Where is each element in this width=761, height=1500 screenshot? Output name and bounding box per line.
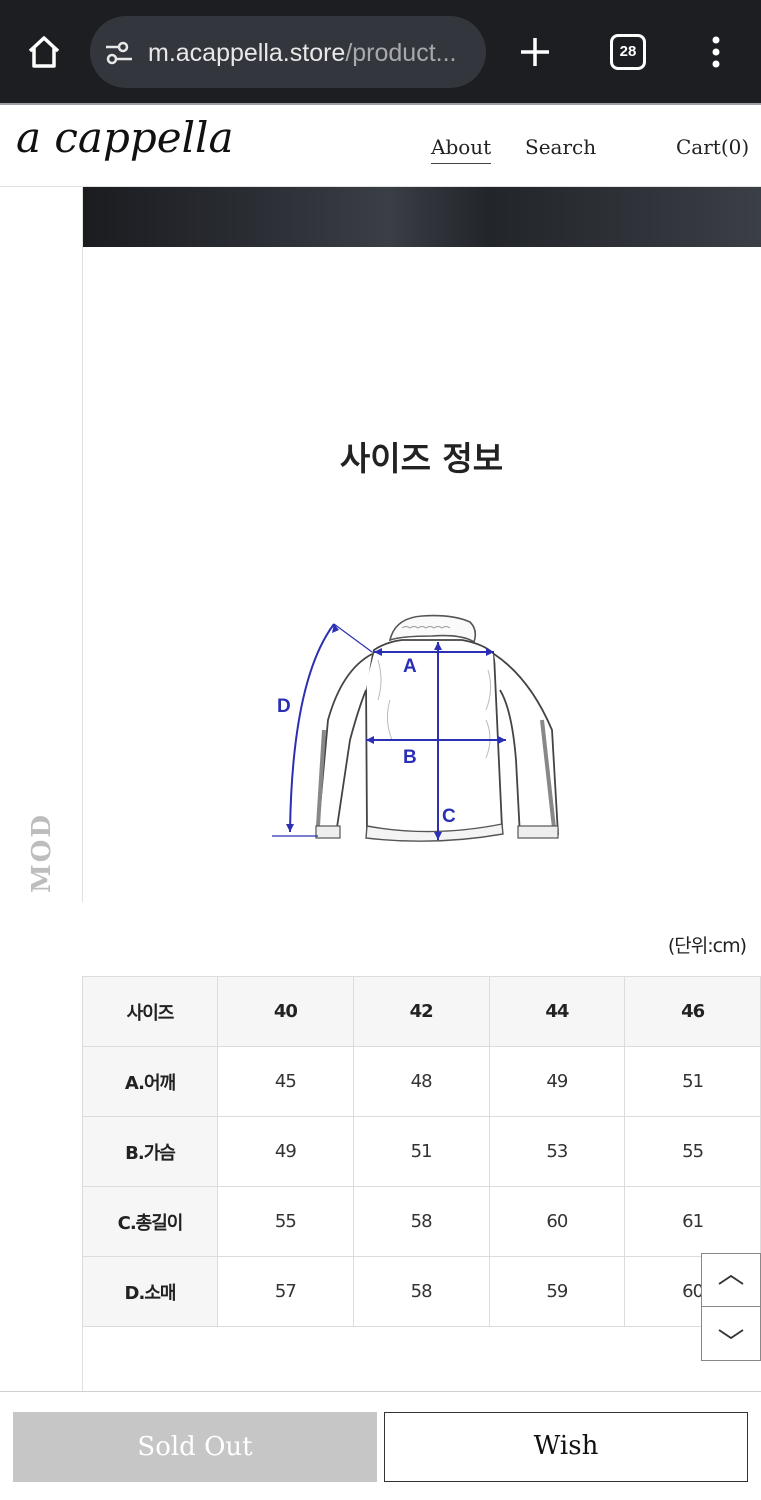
chevron-up-icon [718,1274,744,1285]
home-icon[interactable] [24,32,64,72]
side-label: MOD [26,813,57,893]
table-cell: 53 [488,1116,626,1187]
sold-out-button[interactable]: Sold Out [13,1412,377,1482]
table-header-cell: 사이즈 [82,976,218,1047]
table-row-label: B.가슴 [82,1116,218,1187]
diagram-label-a: A [403,656,417,677]
table-row: D.소매 57 58 59 60 [82,1256,761,1327]
diagram-label-d: D [277,696,291,717]
content-divider [82,187,83,902]
table-header-cell: 44 [488,976,626,1047]
table-row-label: D.소매 [82,1256,218,1327]
table-cell: 49 [488,1046,626,1117]
unit-label: (단위:cm) [667,935,747,957]
table-header-row: 사이즈 40 42 44 46 [82,976,761,1047]
nav-cart-link[interactable]: Cart(0) [676,135,749,159]
table-row: C.총길이 55 58 60 61 [82,1186,761,1257]
table-header-cell: 40 [217,976,354,1047]
table-cell: 55 [624,1116,761,1187]
table-cell: 61 [624,1186,761,1257]
content-divider [82,1325,83,1395]
size-diagram: A B C D [262,600,572,868]
diagram-label-b: B [403,747,417,768]
nav-search-link[interactable]: Search [525,135,596,159]
table-cell: 60 [488,1186,626,1257]
browser-toolbar: m.acappella.store/product... 28 [0,0,761,103]
bottom-action-bar: Sold Out Wish [0,1391,761,1500]
site-logo[interactable]: a cappella [16,113,234,162]
scroll-up-button[interactable] [702,1254,760,1307]
more-menu-icon[interactable] [700,32,732,72]
new-tab-icon[interactable] [515,32,555,72]
size-table: 사이즈 40 42 44 46 A.어깨 45 48 49 51 B.가슴 49… [82,976,761,1327]
site-header: a cappella About Search Cart(0) [0,105,761,187]
scroll-buttons [701,1253,761,1361]
address-bar[interactable]: m.acappella.store/product... [90,16,486,88]
chevron-down-icon [718,1329,744,1340]
wish-button[interactable]: Wish [384,1412,748,1482]
table-cell: 51 [624,1046,761,1117]
product-photo [82,187,761,247]
table-cell: 55 [217,1186,354,1257]
site-settings-icon[interactable] [104,40,136,66]
table-cell: 58 [352,1256,490,1327]
tab-switcher-icon[interactable]: 28 [610,34,646,70]
table-cell: 51 [352,1116,490,1187]
scroll-down-button[interactable] [702,1308,760,1361]
table-header-cell: 42 [352,976,490,1047]
table-cell: 49 [217,1116,354,1187]
table-cell: 57 [217,1256,354,1327]
table-row-label: C.총길이 [82,1186,218,1257]
table-header-cell: 46 [624,976,761,1047]
table-cell: 59 [488,1256,626,1327]
nav-about-link[interactable]: About [431,135,492,164]
url-text: m.acappella.store/product... [148,39,457,67]
table-row-label: A.어깨 [82,1046,218,1117]
section-title: 사이즈 정보 [339,439,504,478]
table-row: B.가슴 49 51 53 55 [82,1116,761,1187]
table-row: A.어깨 45 48 49 51 [82,1046,761,1117]
table-cell: 48 [352,1046,490,1117]
diagram-label-c: C [442,806,456,827]
table-cell: 45 [217,1046,354,1117]
table-cell: 58 [352,1186,490,1257]
